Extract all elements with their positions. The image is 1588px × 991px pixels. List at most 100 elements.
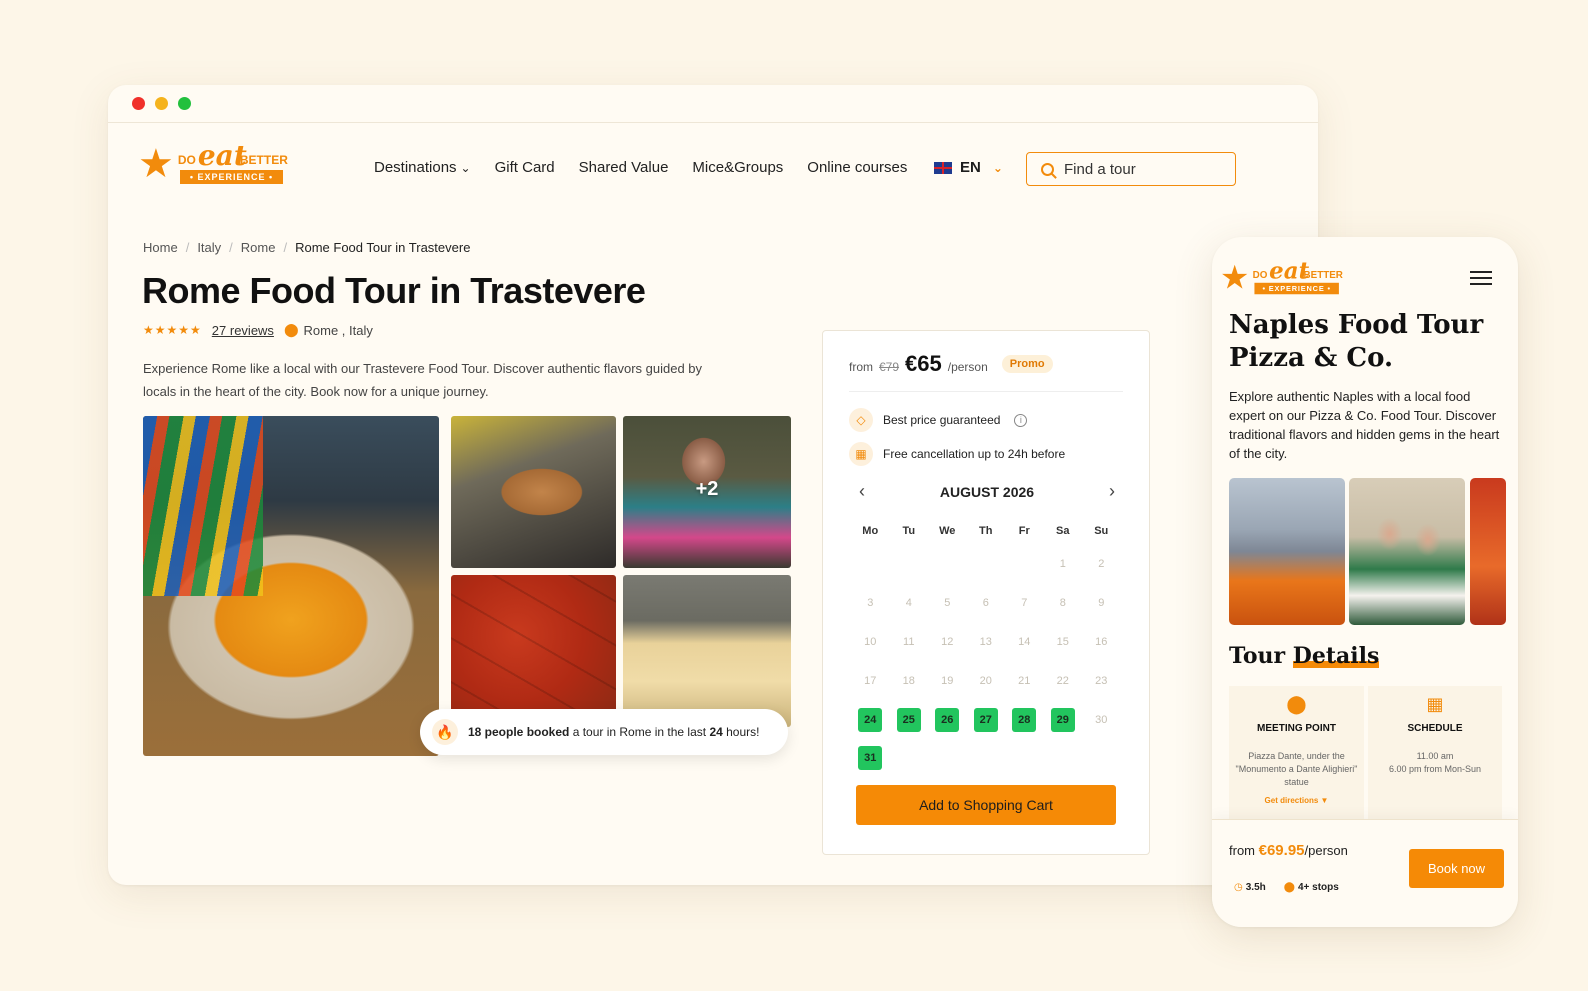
- gallery-photo-cookies[interactable]: [451, 416, 616, 568]
- breadcrumb-home[interactable]: Home: [143, 240, 178, 255]
- calendar-day-number: [1012, 552, 1036, 576]
- mobile-gallery-photo-pizza[interactable]: [1470, 478, 1506, 625]
- site-logo[interactable]: ★ DO eat BETTER • EXPERIENCE •: [138, 139, 298, 187]
- tour-details-heading-2: Details: [1292, 643, 1380, 669]
- calendar-month: AUGUST 2026: [939, 483, 1035, 500]
- price-per: /person: [947, 360, 988, 374]
- minimize-window-dot[interactable]: [155, 97, 168, 110]
- calendar-day[interactable]: 29: [1044, 700, 1083, 739]
- calendar-day: 14: [1005, 623, 1044, 662]
- calendar-day-number: 31: [858, 746, 883, 771]
- breadcrumb-italy[interactable]: Italy: [197, 240, 221, 255]
- calendar-header: ‹ AUGUST 2026 ›: [853, 481, 1121, 502]
- calendar-day-number: [974, 552, 998, 576]
- add-to-cart-button[interactable]: Add to Shopping Cart: [856, 785, 1116, 825]
- calendar-day-number: 19: [941, 674, 954, 687]
- calendar-day: 16: [1082, 623, 1121, 662]
- gallery-photo-more[interactable]: +2: [623, 416, 791, 568]
- booked-count: 18 people booked: [468, 725, 570, 739]
- breadcrumb-rome[interactable]: Rome: [241, 240, 276, 255]
- logo-experience: • EXPERIENCE •: [179, 170, 284, 184]
- calendar-day: 9: [1082, 584, 1121, 623]
- booked-end: hours!: [722, 725, 760, 739]
- calendar-day: 30: [1082, 700, 1121, 739]
- calendar-day-number: 27: [973, 707, 998, 732]
- logo-do: DO: [1252, 268, 1268, 281]
- schedule-card: ▦ SCHEDULE 11.00 am 6.00 pm from Mon-Sun: [1368, 686, 1502, 819]
- social-proof-text: 18 people booked a tour in Rome in the l…: [468, 725, 759, 739]
- location-pin-icon: ⬤: [1286, 694, 1307, 714]
- close-window-dot[interactable]: [132, 97, 145, 110]
- nav-shared-value[interactable]: Shared Value: [579, 159, 669, 176]
- price-tag-icon: ◇: [849, 408, 873, 432]
- maximize-window-dot[interactable]: [178, 97, 191, 110]
- booked-hours: 24: [709, 725, 723, 739]
- gallery-photo-pizza[interactable]: [451, 575, 616, 727]
- tour-location: ⬤ Rome , Italy: [284, 322, 373, 338]
- calendar-day-number: 14: [1018, 635, 1031, 648]
- gallery-main-photo[interactable]: [143, 416, 439, 756]
- nav-gift-card[interactable]: Gift Card: [495, 159, 555, 176]
- nav-destinations[interactable]: Destinations ⌄: [374, 159, 471, 176]
- fire-icon: 🔥: [432, 719, 458, 745]
- nav-mice-groups[interactable]: Mice&Groups: [692, 159, 783, 176]
- old-price: €79: [879, 360, 900, 374]
- language-selector[interactable]: EN ⌄: [934, 159, 1003, 176]
- schedule-text: 11.00 am 6.00 pm from Mon-Sun: [1374, 750, 1496, 776]
- mobile-gallery-photo-people[interactable]: [1349, 478, 1465, 625]
- rating-row: ★★★★★ 27 reviews ⬤ Rome , Italy: [143, 322, 373, 338]
- calendar-day[interactable]: 28: [1005, 700, 1044, 739]
- search-placeholder: Find a tour: [1064, 160, 1136, 178]
- mobile-price-value: €69.95: [1258, 842, 1305, 859]
- tour-details-heading: Tour Details: [1229, 643, 1379, 669]
- mobile-gallery-photo-piazza[interactable]: [1229, 478, 1345, 625]
- calendar-day[interactable]: 27: [967, 700, 1006, 739]
- schedule-line-1: 11.00 am: [1416, 751, 1454, 761]
- search-input[interactable]: Find a tour: [1026, 152, 1236, 186]
- next-month-button[interactable]: ›: [1103, 481, 1121, 502]
- previous-month-button[interactable]: ‹: [853, 481, 871, 502]
- calendar-day-number: 7: [1021, 597, 1028, 610]
- calendar-day-number: 3: [867, 597, 874, 610]
- reviews-link[interactable]: 27 reviews: [212, 323, 274, 338]
- book-now-button[interactable]: Book now: [1409, 849, 1504, 888]
- page-title: Rome Food Tour in Trastevere: [142, 270, 646, 311]
- calendar-grid: Mo Tu We Th Fr Sa Su 1 2 3 4 5 6 7 8 9 10 11 12 13 14 15 16 17 1…: [851, 517, 1121, 778]
- calendar-day[interactable]: 31: [851, 739, 890, 778]
- calendar-empty-cell: [1005, 545, 1044, 584]
- info-icon[interactable]: i: [1014, 413, 1028, 427]
- booked-mid: a tour in Rome in the last: [569, 725, 710, 739]
- calendar-day: 11: [890, 623, 929, 662]
- calendar-weekday: Fr: [1018, 525, 1030, 537]
- calendar-day-number: 26: [935, 707, 960, 732]
- calendar-day: 15: [1044, 623, 1083, 662]
- nav-online-courses[interactable]: Online courses: [807, 159, 907, 176]
- price-from: from: [849, 360, 873, 374]
- calendar-day-number: 5: [944, 597, 951, 610]
- more-photos-count: +2: [695, 478, 719, 500]
- logo-better: BETTER: [1303, 268, 1343, 281]
- hamburger-menu-icon[interactable]: [1470, 271, 1492, 285]
- feature-best-price-label: Best price guaranteed: [883, 413, 1001, 427]
- calendar-day: 1: [1044, 545, 1083, 584]
- calendar-day: 23: [1082, 661, 1121, 700]
- mobile-site-logo[interactable]: ★ DO eat BETTER • EXPERIENCE •: [1220, 257, 1351, 297]
- duration: ◷ 3.5h: [1234, 882, 1266, 893]
- calendar-day[interactable]: 24: [851, 700, 890, 739]
- calendar-weekday: Su: [1094, 525, 1109, 537]
- mobile-page-title: Naples Food Tour Pizza & Co.: [1229, 310, 1484, 373]
- mobile-device: ★ DO eat BETTER • EXPERIENCE • Naples Fo…: [1212, 237, 1518, 927]
- feature-free-cancellation: ▦ Free cancellation up to 24h before: [849, 442, 1065, 466]
- calendar-day: 4: [890, 584, 929, 623]
- get-directions-link[interactable]: Get directions ▼: [1229, 796, 1364, 805]
- gallery-photo-cheese[interactable]: [623, 575, 791, 727]
- duration-value: 3.5h: [1245, 882, 1266, 893]
- calendar-day-number: 2: [1098, 558, 1105, 571]
- calendar-day[interactable]: 25: [890, 700, 929, 739]
- breadcrumb-current: Rome Food Tour in Trastevere: [295, 240, 471, 255]
- calendar-day: 21: [1005, 661, 1044, 700]
- meeting-point-title: MEETING POINT: [1257, 723, 1336, 734]
- calendar-day[interactable]: 26: [928, 700, 967, 739]
- calendar-day-number: 17: [864, 674, 877, 687]
- tour-description: Experience Rome like a local with our Tr…: [143, 361, 703, 399]
